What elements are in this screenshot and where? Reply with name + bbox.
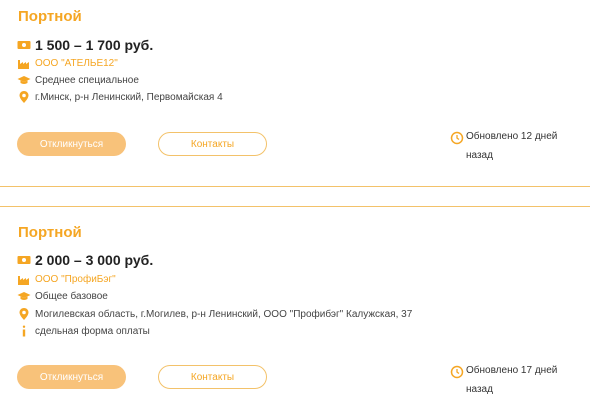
money-icon	[17, 38, 31, 52]
contacts-button[interactable]: Контакты	[158, 132, 267, 156]
salary-value: 1 500 – 1 700 руб.	[35, 37, 154, 53]
address-text: Могилевская область, г.Могилев, р-н Лени…	[35, 308, 413, 320]
clock-icon	[450, 131, 464, 145]
address-row: г.Минск, р-н Ленинский, Первомайская 4	[17, 90, 223, 104]
updated-text-ago: назад	[466, 384, 493, 395]
salary-row: 1 500 – 1 700 руб.	[17, 37, 153, 53]
graduation-cap-icon	[17, 289, 31, 303]
clock-icon	[450, 365, 464, 379]
map-pin-icon	[17, 307, 31, 321]
updated-text: Обновлено 17 дней	[466, 365, 558, 376]
company-link[interactable]: ООО "АТЕЛЬЕ12"	[35, 58, 118, 69]
vacancy-title[interactable]: Портной	[18, 224, 82, 241]
education-text: Среднее специальное	[35, 74, 139, 86]
respond-button[interactable]: Откликнуться	[17, 365, 126, 389]
address-row: Могилевская область, г.Могилев, р-н Лени…	[17, 307, 412, 321]
payment-row: сдельная форма оплаты	[17, 324, 150, 338]
updated-text-ago: назад	[466, 150, 493, 161]
graduation-cap-icon	[17, 73, 31, 87]
education-row: Общее базовое	[17, 289, 108, 303]
salary-value: 2 000 – 3 000 руб.	[35, 252, 154, 268]
payment-text: сдельная форма оплаты	[35, 325, 150, 337]
vacancy-card: Портной 1 500 – 1 700 руб. ООО "АТЕЛЬЕ12…	[0, 0, 590, 186]
company-row: ООО "ПрофиБэг"	[17, 272, 116, 286]
divider	[0, 186, 590, 187]
respond-button[interactable]: Откликнуться	[17, 132, 126, 156]
info-icon	[17, 324, 31, 338]
money-icon	[17, 253, 31, 267]
map-pin-icon	[17, 90, 31, 104]
vacancy-list: Портной 1 500 – 1 700 руб. ООО "АТЕЛЬЕ12…	[0, 0, 590, 411]
education-text: Общее базовое	[35, 290, 108, 302]
salary-row: 2 000 – 3 000 руб.	[17, 252, 153, 268]
vacancy-card: Портной 2 000 – 3 000 руб. ООО "ПрофиБэг…	[0, 206, 590, 411]
vacancy-title[interactable]: Портной	[18, 8, 82, 25]
company-row: ООО "АТЕЛЬЕ12"	[17, 56, 118, 70]
factory-icon	[17, 56, 31, 70]
contacts-button[interactable]: Контакты	[158, 365, 267, 389]
company-link[interactable]: ООО "ПрофиБэг"	[35, 274, 116, 285]
updated-text: Обновлено 12 дней	[466, 131, 558, 142]
factory-icon	[17, 272, 31, 286]
education-row: Среднее специальное	[17, 73, 139, 87]
address-text: г.Минск, р-н Ленинский, Первомайская 4	[35, 91, 223, 103]
